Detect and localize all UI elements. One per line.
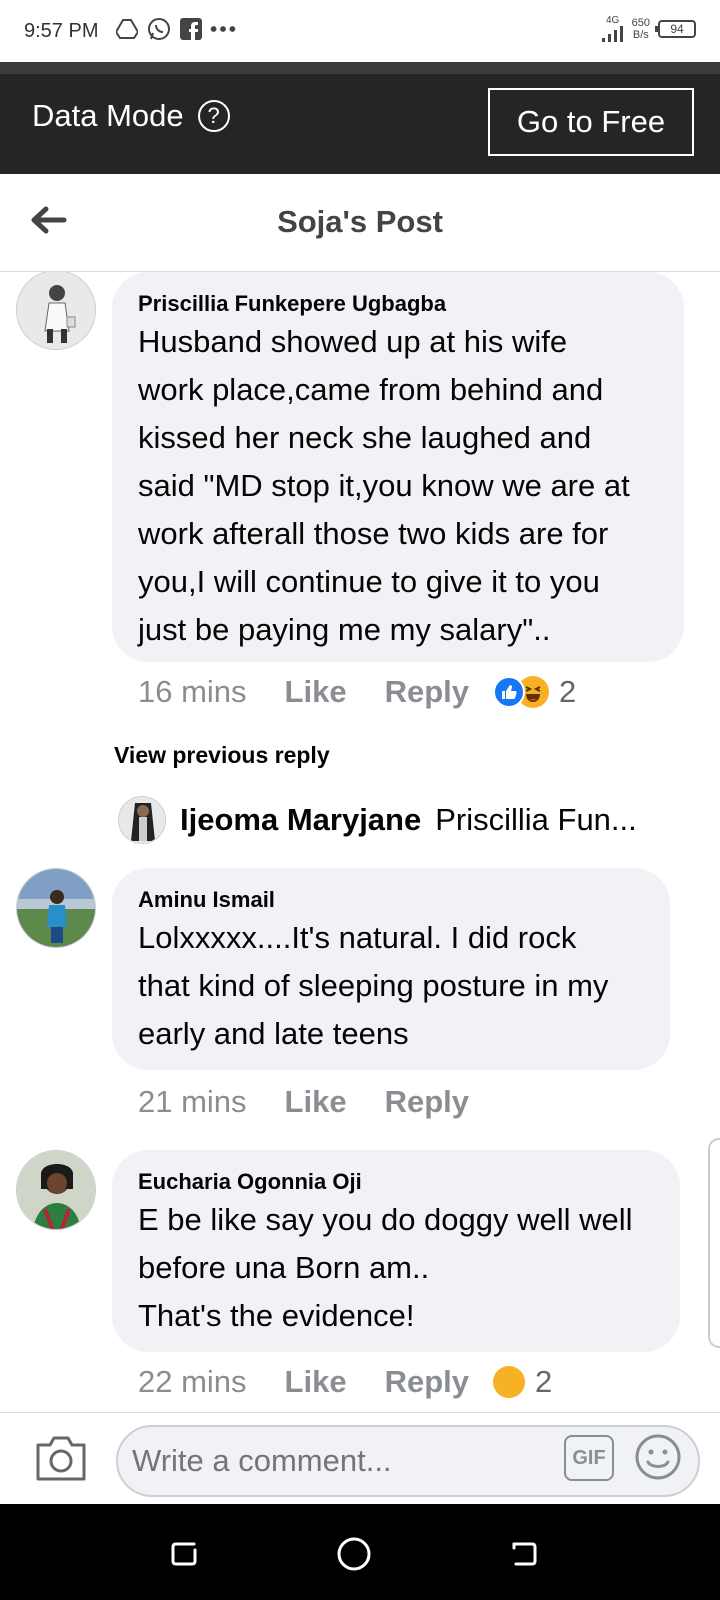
comment-time: 22 mins (138, 1364, 247, 1399)
more-dots-icon (210, 16, 236, 42)
comment-bubble[interactable]: Eucharia Ogonnia Oji E be like say you d… (112, 1150, 680, 1352)
recent-apps-icon[interactable] (164, 1534, 204, 1574)
post-header: Soja's Post (0, 174, 720, 272)
system-status: 4G 650 B/s 94 (601, 15, 696, 42)
reply-button[interactable]: Reply (385, 1084, 469, 1120)
help-icon[interactable]: ? (197, 100, 230, 132)
avatar[interactable] (118, 796, 166, 844)
reply-button[interactable]: Reply (385, 674, 469, 710)
haha-reaction-icon (493, 1366, 525, 1398)
emoji-icon[interactable] (634, 1433, 682, 1481)
reply-preview[interactable]: Ijeoma Maryjane Priscillia Fun... (118, 796, 678, 844)
reactions[interactable]: 2 (493, 1364, 552, 1400)
go-to-free-button[interactable]: Go to Free (488, 88, 694, 156)
status-bar: 9:57 PM 4G 650 B/s 94 (0, 0, 720, 62)
comment-actions: 21 mins Like Reply (138, 1084, 469, 1120)
reply-snippet: Priscillia Fun... (435, 802, 637, 837)
comment-bubble[interactable]: Priscillia Funkepere Ugbagba Husband sho… (112, 272, 684, 662)
comment-bubble[interactable]: Aminu Ismail Lolxxxxx....It's natural. I… (112, 868, 670, 1070)
home-icon[interactable] (334, 1534, 374, 1574)
data-mode-bar: Data Mode ? Go to Free (0, 74, 720, 174)
data-mode-label: Data Mode ? (32, 98, 230, 134)
like-reaction-icon (493, 676, 525, 708)
avatar[interactable] (16, 868, 96, 948)
facebook-icon (178, 16, 204, 42)
reaction-count: 2 (535, 1364, 553, 1399)
comment-author[interactable]: Aminu Ismail (138, 886, 644, 914)
net-speed-value: 650 (631, 17, 650, 29)
comment-composer: GIF (0, 1412, 720, 1504)
comment-text: Lolxxxxx....It's natural. I did rock tha… (138, 920, 609, 1051)
like-button[interactable]: Like (285, 1364, 347, 1400)
notification-icons (114, 16, 236, 42)
drive-icon (114, 16, 140, 42)
comment-author[interactable]: Eucharia Ogonnia Oji (138, 1168, 654, 1196)
avatar[interactable] (16, 272, 96, 350)
network-type: 4G (605, 15, 620, 26)
like-button[interactable]: Like (285, 674, 347, 710)
battery-icon: 94 (655, 20, 696, 38)
chat-head-handle[interactable] (708, 1138, 720, 1348)
like-button[interactable]: Like (285, 1084, 347, 1120)
data-mode-text: Data Mode (32, 98, 184, 133)
camera-icon[interactable] (34, 1433, 88, 1483)
reply-button[interactable]: Reply (385, 1364, 469, 1400)
top-divider (0, 62, 720, 74)
gif-icon[interactable]: GIF (564, 1435, 614, 1481)
reply-author[interactable]: Ijeoma Maryjane (180, 802, 421, 838)
net-speed-unit: B/s (632, 29, 649, 41)
comment-actions: 16 mins Like Reply 2 (138, 674, 576, 710)
view-previous-reply[interactable]: View previous reply (114, 742, 330, 769)
comment-time: 21 mins (138, 1084, 247, 1119)
back-icon[interactable] (504, 1534, 544, 1574)
comment-text: Husband showed up at his wife work place… (138, 324, 630, 647)
reactions[interactable]: 2 (493, 674, 576, 710)
page-title: Soja's Post (277, 204, 443, 239)
system-nav-bar (0, 1504, 720, 1600)
whatsapp-icon (146, 16, 172, 42)
avatar[interactable] (16, 1150, 96, 1230)
reaction-count: 2 (559, 674, 577, 709)
comment-author[interactable]: Priscillia Funkepere Ugbagba (138, 290, 658, 318)
status-time: 9:57 PM (24, 20, 99, 42)
network-speed: 650 B/s (632, 17, 650, 41)
comment-time: 16 mins (138, 674, 247, 709)
battery-level: 94 (670, 22, 684, 36)
signal-icon: 4G (601, 15, 624, 42)
comment-text: E be like say you do doggy well well bef… (138, 1202, 633, 1333)
comments-feed[interactable]: Priscillia Funkepere Ugbagba Husband sho… (0, 272, 720, 1412)
comment-actions: 22 mins Like Reply 2 (138, 1364, 552, 1400)
